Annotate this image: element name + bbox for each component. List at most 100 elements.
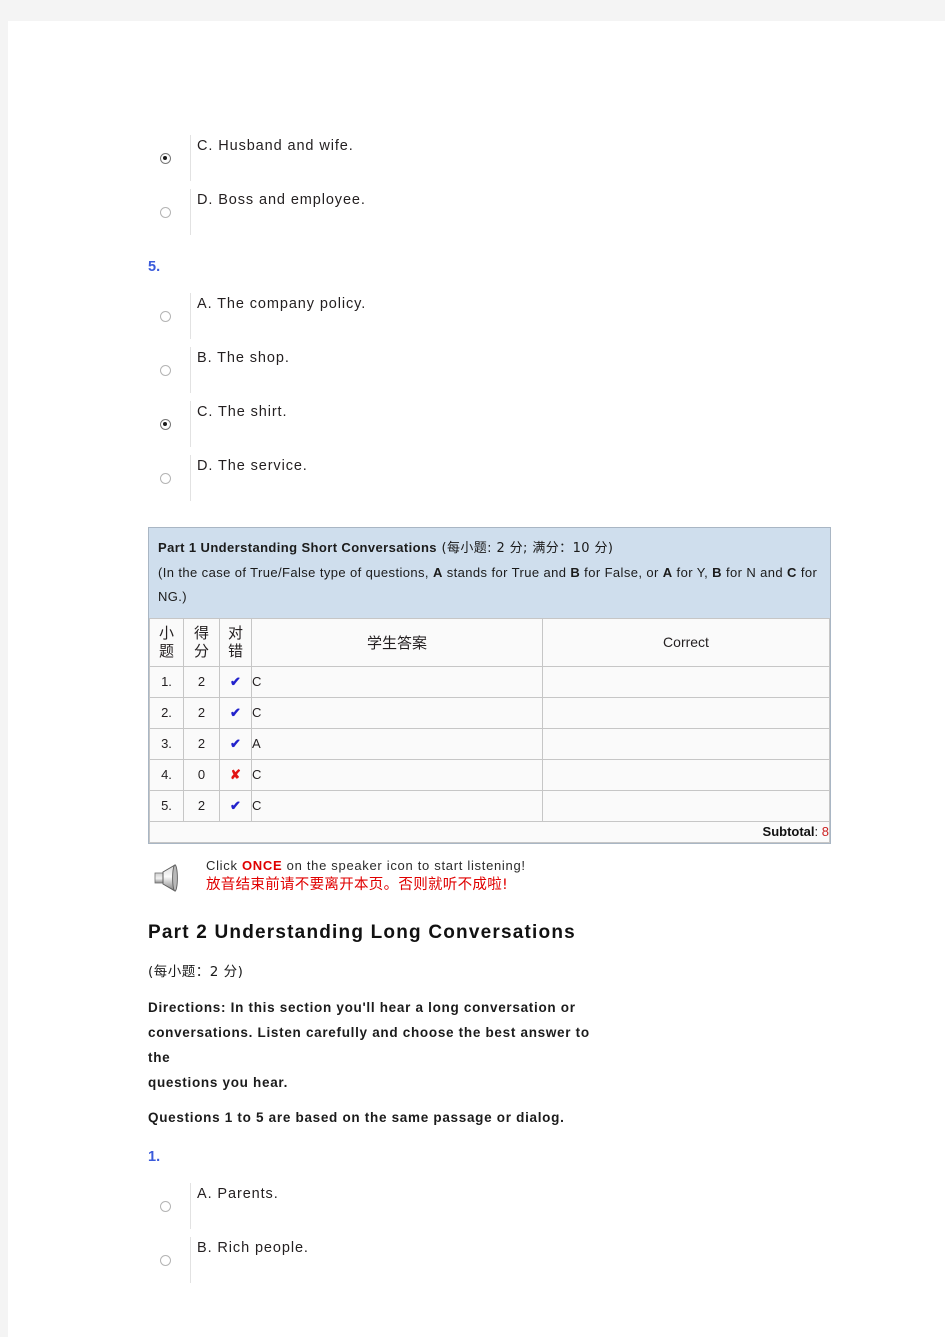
radio-p2q1-b[interactable]: [160, 1254, 171, 1266]
directions-line-3: questions you hear.: [148, 1074, 289, 1090]
mark-icon-correct: ✔: [230, 673, 241, 689]
cell-student-answer: C: [251, 758, 543, 791]
mark-icon-correct: ✔: [230, 704, 241, 720]
cell-no: 2.: [149, 696, 184, 729]
note-mid3: for Y,: [672, 565, 713, 581]
radio-q5-a[interactable]: [160, 311, 171, 322]
note-letter-a2: A: [662, 565, 673, 581]
mark-icon-correct: ✔: [230, 797, 241, 813]
option-row[interactable]: B. Rich people.: [148, 1233, 848, 1287]
note-letter-c: C: [787, 565, 797, 581]
notice-english: Click ONCE on the speaker icon to start …: [206, 856, 526, 876]
part2-title: Part 2 Understanding Long Conversations: [148, 921, 576, 943]
subtotal-cell: Subtotal: 8: [149, 820, 830, 843]
question-number-5: 5.: [148, 259, 161, 275]
subtotal-separator: :: [814, 824, 822, 840]
document-content: C. Husband and wife. D. Boss and employe…: [148, 21, 848, 1287]
option-divider: [190, 455, 191, 501]
table-row: 4. 0 ✘ C: [149, 758, 830, 791]
results-header: Part 1 Understanding Short Conversations…: [149, 528, 830, 619]
option-row[interactable]: A. Parents.: [148, 1179, 848, 1233]
note-letter-b1: B: [570, 565, 581, 581]
listening-notice: Click ONCE on the speaker icon to start …: [148, 854, 848, 902]
option-row[interactable]: D. Boss and employee.: [148, 185, 848, 239]
cell-student-answer: C: [251, 696, 543, 729]
cell-score: 2: [183, 696, 220, 729]
option-row[interactable]: B. The shop.: [148, 343, 848, 397]
note-mid2: for False, or: [580, 565, 663, 581]
option-row[interactable]: C. Husband and wife.: [148, 131, 848, 185]
table-header-row: 小题 得分 对错 学生答案 Correct: [149, 618, 830, 667]
cell-student-answer: C: [251, 789, 543, 822]
radio-q5-c[interactable]: [160, 419, 171, 430]
note-prefix: (In the case of True/False type of quest…: [158, 565, 433, 581]
radio-q5-d[interactable]: [160, 473, 171, 484]
results-note: (In the case of True/False type of quest…: [158, 561, 821, 609]
cell-no: 1.: [149, 665, 184, 698]
document-page: C. Husband and wife. D. Boss and employe…: [8, 21, 945, 1337]
option-label: A. The company policy.: [197, 296, 367, 312]
cell-no: 4.: [149, 758, 184, 791]
option-label: B. Rich people.: [197, 1239, 309, 1256]
option-divider: [190, 347, 191, 393]
column-header-no: 小题: [149, 618, 184, 667]
subtotal-row: Subtotal: 8: [149, 820, 830, 843]
cell-score: 2: [183, 727, 220, 760]
radio-q5-b[interactable]: [160, 365, 171, 376]
option-divider: [190, 135, 191, 181]
results-title: Part 1 Understanding Short Conversations: [158, 540, 437, 555]
option-divider: [190, 401, 191, 447]
option-row[interactable]: C. The shirt.: [148, 397, 848, 451]
option-label: D. The service.: [197, 458, 308, 474]
cell-score: 0: [183, 758, 220, 791]
cell-correct: [542, 727, 830, 760]
notice-text: Click ONCE on the speaker icon to start …: [206, 856, 526, 897]
part2-directions: Directions: In this section you'll hear …: [148, 996, 603, 1096]
cell-student-answer: A: [251, 727, 543, 760]
cell-student-answer: C: [251, 665, 543, 698]
column-header-correct: Correct: [542, 618, 830, 667]
mark-icon-wrong: ✘: [230, 766, 241, 782]
note-mid4: for N and: [721, 565, 788, 581]
cell-score: 2: [183, 665, 220, 698]
option-divider: [190, 1236, 191, 1283]
part2-score-note-text: (每小题：2 分): [148, 963, 244, 980]
note-mid1: stands for True and: [442, 565, 571, 581]
option-label: B. The shop.: [197, 350, 290, 366]
option-label: D. Boss and employee.: [197, 192, 366, 208]
option-label: A. Parents.: [197, 1185, 279, 1202]
option-divider: [190, 189, 191, 235]
radio-q4-d[interactable]: [160, 207, 171, 218]
option-label: C. The shirt.: [197, 404, 288, 420]
results-table: 小题 得分 对错 学生答案 Correct 1. 2 ✔ C 2. 2 ✔ C …: [149, 618, 830, 843]
note-letter-a1: A: [432, 565, 443, 581]
note-letter-b2: B: [712, 565, 722, 581]
subtotal-label: Subtotal: [762, 824, 815, 840]
speaker-icon[interactable]: [151, 860, 187, 896]
directions-line-2: conversations. Listen carefully and choo…: [148, 1024, 590, 1065]
cell-correct: [542, 758, 830, 791]
cell-correct: [542, 665, 830, 698]
column-header-mark: 对错: [219, 618, 252, 667]
option-row[interactable]: A. The company policy.: [148, 289, 848, 343]
radio-q4-c[interactable]: [160, 153, 171, 164]
cell-correct: [542, 696, 830, 729]
question-number-p2-1: 1.: [148, 1148, 161, 1165]
column-header-student-answer: 学生答案: [251, 618, 543, 667]
cell-no: 3.: [149, 727, 184, 760]
results-title-score: (每小题: 2 分; 满分：10 分): [436, 541, 614, 556]
cell-score: 2: [183, 789, 220, 822]
option-row[interactable]: D. The service.: [148, 451, 848, 505]
column-header-score: 得分: [183, 618, 220, 667]
radio-p2q1-a[interactable]: [160, 1200, 171, 1212]
directions-line-1: Directions: In this section you'll hear …: [148, 999, 576, 1015]
notice-en-after: on the speaker icon to start listening!: [282, 857, 526, 873]
option-divider: [190, 293, 191, 339]
cell-no: 5.: [149, 789, 184, 822]
results-title-line: Part 1 Understanding Short Conversations…: [158, 536, 821, 561]
option-divider: [190, 1182, 191, 1229]
part2-questions-line: Questions 1 to 5 are based on the same p…: [148, 1109, 565, 1125]
table-row: 1. 2 ✔ C: [149, 665, 830, 698]
table-row: 5. 2 ✔ C: [149, 789, 830, 822]
option-label: C. Husband and wife.: [197, 138, 354, 154]
